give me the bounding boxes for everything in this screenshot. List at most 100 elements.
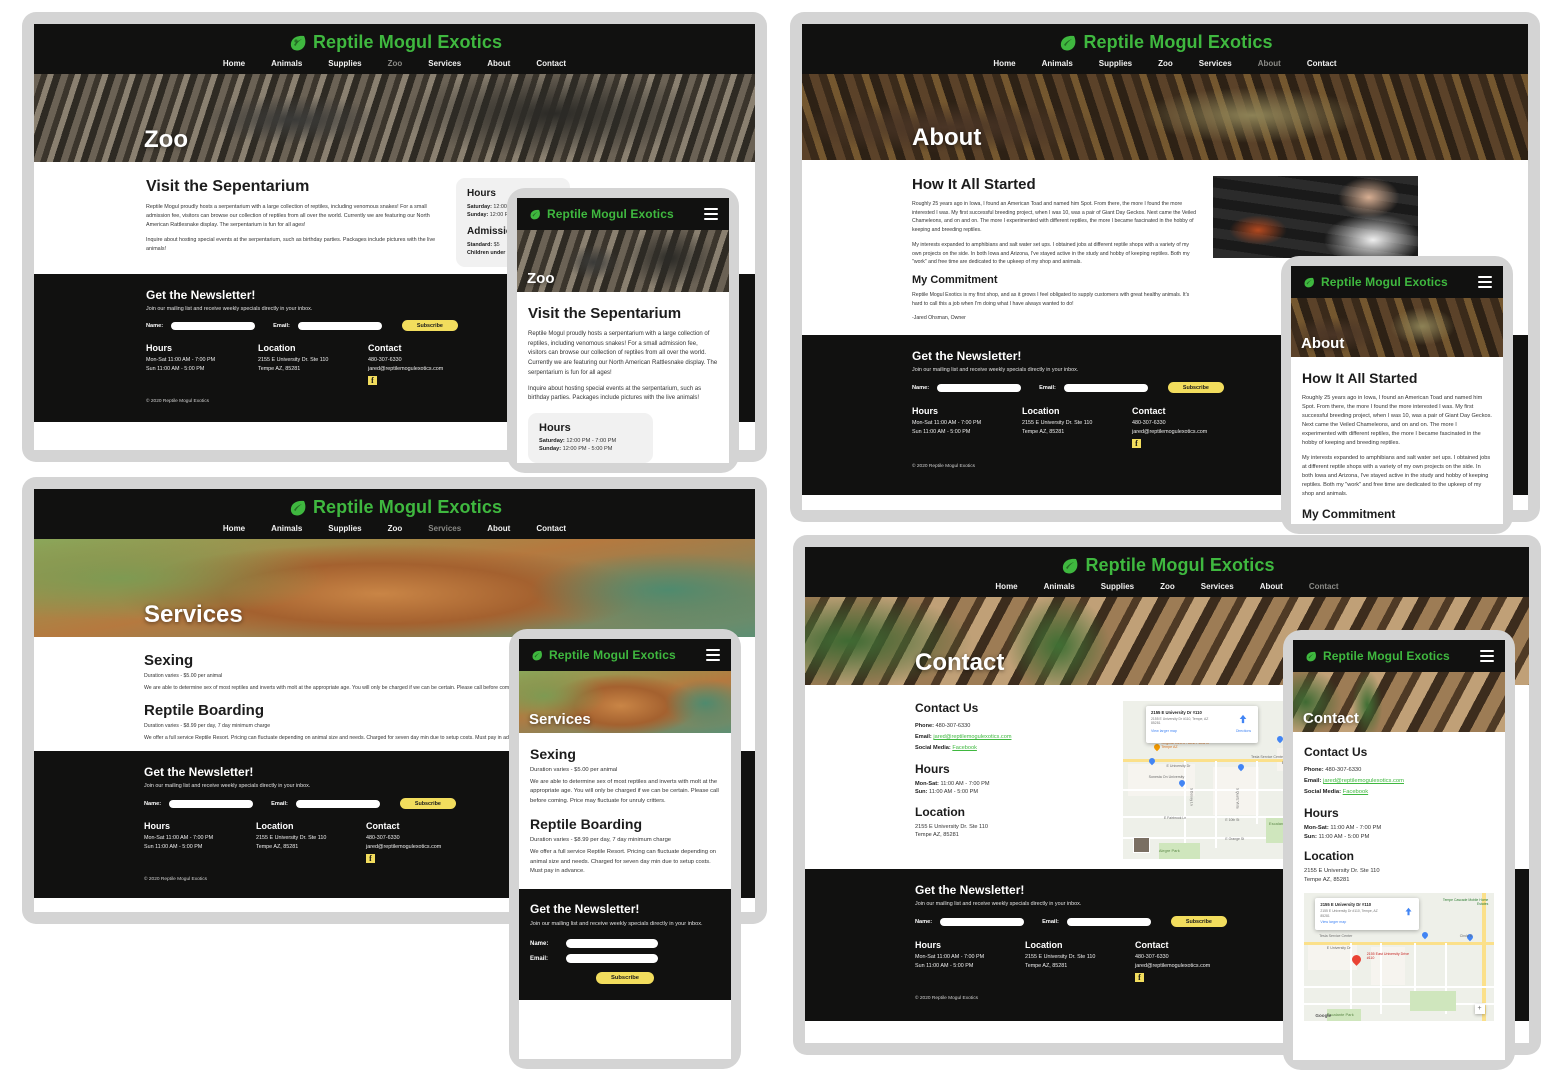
footer-hours-heading: Hours (915, 940, 942, 950)
location-map[interactable]: 2155 E University Dr #110 2155 E Univers… (1304, 893, 1494, 1022)
nav-item-about[interactable]: About (1258, 59, 1281, 68)
site-logo[interactable]: Reptile Mogul Exotics (1057, 32, 1272, 53)
site-logo[interactable]: Reptile Mogul Exotics (287, 32, 502, 53)
card-sunday-label: Sunday: (539, 446, 562, 453)
nav-item-services[interactable]: Services (1199, 59, 1232, 68)
contact-facebook-link[interactable]: Facebook (1343, 789, 1368, 795)
name-input[interactable] (171, 321, 256, 330)
contact-email-link[interactable]: jared@reptilemogulexotics.com (933, 734, 1011, 740)
nav-item-services[interactable]: Services (1201, 582, 1234, 591)
contact-hours-row-1: Mon-Sat: 11:00 AM - 7:00 PM (915, 780, 1105, 788)
nav-item-supplies[interactable]: Supplies (1099, 59, 1132, 68)
service-desc: We offer a full service Reptile Resort. … (530, 849, 717, 874)
site-logo[interactable]: Reptile Mogul Exotics (287, 497, 502, 518)
email-input[interactable] (1063, 383, 1148, 392)
about-signature: -Jared Ohsman, Owner (912, 314, 966, 321)
nav-item-animals[interactable]: Animals (271, 59, 302, 68)
contact-location-line-2: Tempe AZ, 85281 (915, 832, 959, 839)
nav-item-zoo[interactable]: Zoo (1158, 59, 1173, 68)
hamburger-menu-icon[interactable] (706, 649, 720, 661)
nav-item-about[interactable]: About (1260, 582, 1283, 591)
contact-social: Social Media: Facebook (1304, 787, 1494, 798)
name-input[interactable] (169, 799, 254, 808)
subscribe-button[interactable]: Subscribe (401, 320, 458, 331)
hamburger-menu-icon[interactable] (1480, 650, 1494, 662)
hamburger-menu-icon[interactable] (1478, 276, 1492, 288)
footer-contact-heading: Contact (368, 343, 402, 353)
footer-contact-phone: 480-307-6330 (368, 357, 402, 363)
nav-item-supplies[interactable]: Supplies (328, 59, 361, 68)
footer-contact-email: jared@reptilemogulexotics.com (368, 365, 444, 372)
contact-email: Email: jared@reptilemogulexotics.com (915, 732, 1105, 743)
name-input[interactable] (566, 939, 658, 948)
subscribe-button[interactable]: Subscribe (1167, 382, 1224, 393)
facebook-icon[interactable]: f (1135, 973, 1144, 983)
service-item: Sexing Duration varies - $5.00 per anima… (530, 746, 720, 806)
site-logo[interactable]: Reptile Mogul Exotics (528, 207, 674, 221)
hero-banner: Zoo (34, 74, 755, 162)
facebook-icon[interactable]: f (1132, 439, 1141, 449)
name-input[interactable] (940, 917, 1025, 926)
hamburger-menu-icon[interactable] (704, 208, 718, 220)
name-label: Name: (912, 384, 930, 391)
nav-item-supplies[interactable]: Supplies (1101, 582, 1134, 591)
contact-facebook-link[interactable]: Facebook (952, 745, 977, 751)
map-view-larger-link[interactable]: View larger map (1320, 920, 1414, 924)
name-input[interactable] (937, 383, 1022, 392)
contact-phone: Phone: 480-307-6330 (1304, 765, 1494, 776)
nav-item-contact[interactable]: Contact (1307, 59, 1337, 68)
nav-item-home[interactable]: Home (223, 524, 245, 533)
subscribe-button[interactable]: Subscribe (1170, 916, 1227, 927)
hero-banner: Contact (1293, 672, 1505, 732)
nav-item-home[interactable]: Home (223, 59, 245, 68)
nav-item-services[interactable]: Services (428, 524, 461, 533)
contact-phone-value: 480-307-6330 (1325, 767, 1362, 773)
nav-item-animals[interactable]: Animals (271, 524, 302, 533)
facebook-icon[interactable]: f (368, 376, 377, 386)
site-logo[interactable]: Reptile Mogul Exotics (1304, 649, 1450, 663)
contact-email: Email: jared@reptilemogulexotics.com (1304, 776, 1494, 787)
contact-phone-value: 480-307-6330 (935, 723, 971, 729)
nav-item-contact[interactable]: Contact (536, 59, 566, 68)
map-zoom-in-button[interactable]: + (1474, 1003, 1485, 1014)
subscribe-button[interactable]: Subscribe (399, 798, 456, 809)
nav-item-animals[interactable]: Animals (1044, 582, 1075, 591)
contact-email-label: Email: (1304, 778, 1322, 784)
footer-hours: Hours Mon-Sat 11:00 AM - 7:00 PM Sun 11:… (912, 406, 1022, 448)
map-street-view-thumb[interactable] (1133, 836, 1151, 853)
facebook-icon[interactable]: f (366, 854, 375, 864)
nav-item-zoo[interactable]: Zoo (1160, 582, 1175, 591)
contact-email-link[interactable]: jared@reptilemogulexotics.com (1323, 778, 1404, 784)
email-input[interactable] (1066, 917, 1151, 926)
nav-item-zoo[interactable]: Zoo (388, 524, 403, 533)
navbar: Reptile Mogul Exotics Home Animals Suppl… (34, 489, 755, 539)
nav-item-home[interactable]: Home (995, 582, 1017, 591)
leaf-globe-icon (1304, 277, 1314, 287)
main-nav: Home Animals Supplies Zoo Services About… (34, 59, 755, 68)
map-directions-label[interactable]: Directions (1236, 729, 1251, 733)
email-input[interactable] (566, 954, 658, 963)
nav-item-contact[interactable]: Contact (536, 524, 566, 533)
map-label-university-dr-left: E University Dr (1166, 764, 1191, 769)
nav-item-contact[interactable]: Contact (1309, 582, 1339, 591)
map-label-10th-st: E 10th St (1225, 817, 1240, 822)
nav-item-services[interactable]: Services (428, 59, 461, 68)
map-infobox[interactable]: 2155 E University Dr #110 2155 E Univers… (1315, 898, 1420, 931)
nav-item-zoo[interactable]: Zoo (388, 59, 403, 68)
site-logo[interactable]: Reptile Mogul Exotics (530, 648, 676, 662)
subscribe-button[interactable]: Subscribe (596, 972, 654, 984)
zoo-mobile-content: Visit the Sepentarium Reptile Mogul prou… (517, 292, 729, 463)
site-logo[interactable]: Reptile Mogul Exotics (1302, 275, 1448, 289)
footer-contact: Contact 480-307-6330 jared@reptilemogule… (1135, 940, 1210, 983)
email-input[interactable] (297, 321, 382, 330)
site-logo[interactable]: Reptile Mogul Exotics (1059, 555, 1274, 576)
nav-item-animals[interactable]: Animals (1042, 59, 1073, 68)
map-label-tempe-cascade: Tempe Cascade Mobile Home Estates (1442, 898, 1489, 907)
nav-item-about[interactable]: About (487, 524, 510, 533)
nav-item-about[interactable]: About (487, 59, 510, 68)
email-input[interactable] (295, 799, 380, 808)
map-infobox[interactable]: 2155 E University Dr #110 2155 E Univers… (1146, 705, 1259, 743)
nav-item-supplies[interactable]: Supplies (328, 524, 361, 533)
nav-item-home[interactable]: Home (993, 59, 1015, 68)
contact-phone-label: Phone: (915, 723, 934, 729)
